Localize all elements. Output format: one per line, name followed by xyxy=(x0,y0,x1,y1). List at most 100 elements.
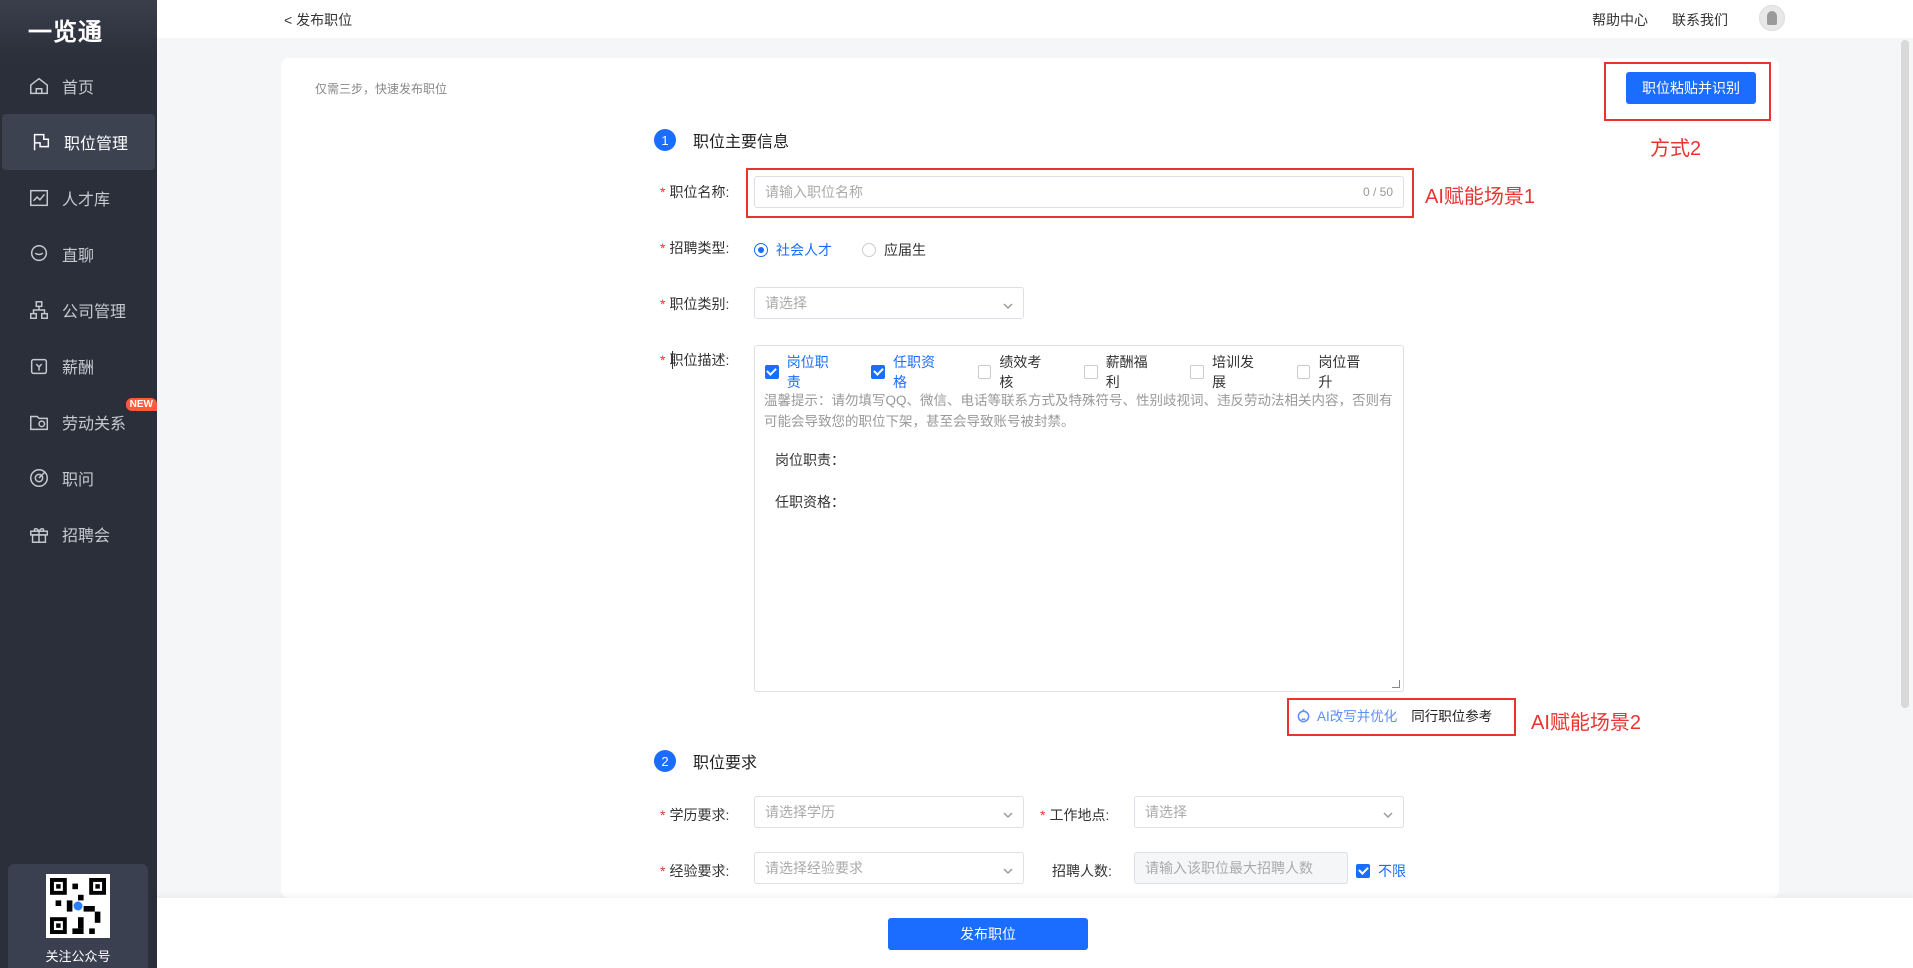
toggle-promotion[interactable]: 岗位晋升 xyxy=(1296,352,1373,392)
text-caret xyxy=(672,351,673,369)
top-bar: < 发布职位 帮助中心 联系我们 xyxy=(157,0,1913,38)
job-category-label: * 职位类别: xyxy=(660,296,730,312)
step-number: 1 xyxy=(654,129,676,151)
sidebar-item-chat[interactable]: 直聊 xyxy=(0,226,157,282)
checkbox-label: 岗位晋升 xyxy=(1318,354,1361,390)
annotation-label-paste: 方式2 xyxy=(1650,138,1702,160)
sidebar-item-fair[interactable]: 招聘会 xyxy=(0,506,157,562)
experience-label: * 经验要求: xyxy=(660,863,730,879)
location-label: * 工作地点: xyxy=(1040,807,1110,823)
annotation-box-name xyxy=(746,168,1414,218)
recruit-type-label: * 招聘类型: xyxy=(660,240,730,256)
flag-icon xyxy=(30,131,52,153)
sidebar-item-labor[interactable]: 劳动关系 NEW xyxy=(0,394,157,450)
job-description-editor[interactable]: 岗位职责 任职资格 绩效考核 薪酬福利 培训发展 岗位晋升 温馨提示：请勿填写Q… xyxy=(754,345,1404,692)
sidebar-item-label: 公司管理 xyxy=(62,304,127,321)
help-center-link[interactable]: 帮助中心 xyxy=(1592,10,1648,30)
checkbox xyxy=(765,365,779,379)
sidebar-item-ask[interactable]: 职问 xyxy=(0,450,157,506)
page-hint: 仅需三步，快速发布职位 xyxy=(315,82,448,96)
section-title: 职位要求 xyxy=(693,755,758,772)
sidebar-item-label: 职位管理 xyxy=(64,136,129,153)
checkbox xyxy=(1356,864,1370,878)
toggle-training[interactable]: 培训发展 xyxy=(1190,352,1266,392)
chart-icon xyxy=(28,187,50,209)
annotation-label-name: AI赋能场景1 xyxy=(1425,186,1536,208)
checkbox-label: 培训发展 xyxy=(1212,354,1255,390)
sidebar-item-label: 薪酬 xyxy=(62,360,95,377)
org-icon xyxy=(28,299,50,321)
education-select[interactable]: 请选择学历 xyxy=(754,796,1024,828)
new-badge: NEW xyxy=(125,398,157,411)
contact-us-link[interactable]: 联系我们 xyxy=(1672,10,1728,30)
unlimited-checkbox[interactable]: 不限 xyxy=(1356,861,1406,881)
sidebar-item-label: 招聘会 xyxy=(62,528,111,545)
sidebar-item-jobs[interactable]: 职位管理 xyxy=(2,114,155,170)
folder-icon xyxy=(28,411,50,433)
toggle-duties[interactable]: 岗位职责 xyxy=(765,352,841,392)
radio-social[interactable]: 社会人才 xyxy=(754,240,832,260)
checkbox-label: 岗位职责 xyxy=(786,354,829,390)
annotation-box-ai xyxy=(1287,698,1516,736)
avatar[interactable] xyxy=(1759,5,1785,31)
annotation-label-ai: AI赋能场景2 xyxy=(1531,712,1642,734)
back-link[interactable]: < 发布职位 xyxy=(284,10,352,30)
sidebar-item-label: 直聊 xyxy=(62,248,95,265)
sidebar-item-label: 职问 xyxy=(62,472,95,489)
sidebar-item-salary[interactable]: 薪酬 xyxy=(0,338,157,394)
experience-select[interactable]: 请选择经验要求 xyxy=(754,852,1024,884)
checkbox xyxy=(1190,365,1205,379)
chevron-down-icon xyxy=(1383,807,1393,819)
checkbox xyxy=(977,365,992,379)
chat-icon xyxy=(28,243,50,265)
input-placeholder: 请输入该职位最大招聘人数 xyxy=(1145,860,1313,876)
select-placeholder: 请选择经验要求 xyxy=(765,860,863,876)
sidebar-item-label: 首页 xyxy=(62,80,95,97)
desc-duties-line: 岗位职责： xyxy=(775,452,845,468)
home-icon xyxy=(28,75,50,97)
warm-tip: 温馨提示：请勿填写QQ、微信、电话等联系方式及特殊符号、性别歧视词、违反劳动法相… xyxy=(764,393,1393,429)
location-select[interactable]: 请选择 xyxy=(1134,796,1404,828)
job-category-select[interactable]: 请选择 xyxy=(754,287,1024,319)
gift-icon xyxy=(28,523,50,545)
radio-label: 应届生 xyxy=(884,242,926,258)
checkbox xyxy=(871,365,886,379)
sidebar-item-home[interactable]: 首页 xyxy=(0,58,157,114)
section-title: 职位主要信息 xyxy=(693,134,790,151)
headcount-label: 招聘人数: xyxy=(1052,863,1112,879)
step-2-header: 2 职位要求 xyxy=(654,749,757,773)
toggle-benefits[interactable]: 薪酬福利 xyxy=(1083,352,1160,392)
desc-section-toggles: 岗位职责 任职资格 绩效考核 薪酬福利 培训发展 岗位晋升 xyxy=(765,352,1403,392)
toggle-performance[interactable]: 绩效考核 xyxy=(977,352,1054,392)
radio-dot xyxy=(862,243,876,257)
education-label: * 学历要求: xyxy=(660,807,730,823)
sidebar-item-label: 劳动关系 xyxy=(62,416,127,433)
qr-label: 关注公众号 xyxy=(45,949,111,964)
sidebar-item-company[interactable]: 公司管理 xyxy=(0,282,157,338)
radio-dot xyxy=(754,243,768,257)
select-placeholder: 请选择 xyxy=(765,295,807,311)
radio-graduate[interactable]: 应届生 xyxy=(862,240,926,260)
checkbox-label: 绩效考核 xyxy=(999,354,1042,390)
step-1-header: 1 职位主要信息 xyxy=(654,128,789,152)
chevron-down-icon xyxy=(1003,298,1013,310)
wallet-icon xyxy=(28,355,50,377)
headcount-input[interactable]: 请输入该职位最大招聘人数 xyxy=(1134,852,1348,884)
checkbox xyxy=(1296,365,1311,379)
toggle-qualifications[interactable]: 任职资格 xyxy=(871,352,947,392)
user-icon xyxy=(1767,11,1777,25)
sidebar-item-talent[interactable]: 人才库 xyxy=(0,170,157,226)
select-placeholder: 请选择 xyxy=(1145,804,1187,820)
sidebar: 一览通 首页 职位管理 人才库 直聊 公司管理 薪酬 劳动关系 NEW 职问 招… xyxy=(0,0,157,968)
qr-panel: 关注公众号 xyxy=(8,864,148,968)
scrollbar[interactable] xyxy=(1901,40,1909,708)
resize-handle[interactable] xyxy=(1392,680,1400,688)
chevron-down-icon xyxy=(1003,863,1013,875)
step-number: 2 xyxy=(654,750,676,772)
select-placeholder: 请选择学历 xyxy=(765,804,835,820)
annotation-box-paste xyxy=(1604,62,1771,121)
sidebar-item-label: 人才库 xyxy=(62,192,111,209)
job-desc-label: * 职位描述: xyxy=(660,352,730,368)
checkbox-label: 薪酬福利 xyxy=(1105,354,1148,390)
publish-button[interactable]: 发布职位 xyxy=(888,918,1088,950)
